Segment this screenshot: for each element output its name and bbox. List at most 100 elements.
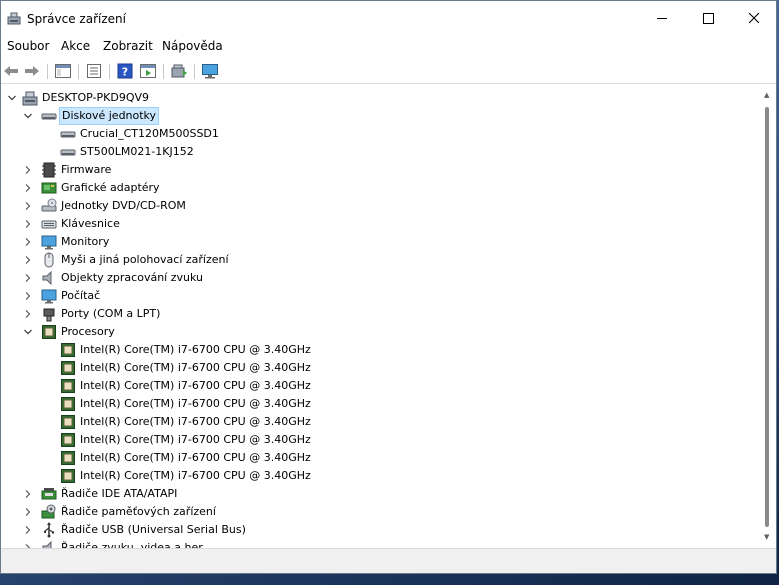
toolbar: ? <box>1 59 776 84</box>
properties-button[interactable] <box>85 62 103 80</box>
toolbar-separator <box>109 64 110 79</box>
processor-icon <box>61 415 75 429</box>
maximize-icon <box>702 12 714 24</box>
tree-item[interactable]: Počítač <box>1 287 761 305</box>
menu-bar: Soubor Akce Zobrazit Nápověda <box>1 37 776 57</box>
action-pane-icon <box>140 64 156 78</box>
tree-item-selected[interactable]: Diskové jednotky <box>1 107 761 125</box>
update-driver-button[interactable] <box>170 62 188 80</box>
back-button[interactable] <box>2 62 20 80</box>
menu-napoveda[interactable]: Nápověda <box>162 39 223 53</box>
chevron-right-icon[interactable] <box>23 291 33 301</box>
tree-item[interactable]: Intel(R) Core(TM) i7-6700 CPU @ 3.40GHz <box>1 359 761 377</box>
tree-item[interactable]: Intel(R) Core(TM) i7-6700 CPU @ 3.40GHz <box>1 431 761 449</box>
window-title: Správce zařízení <box>27 12 126 26</box>
maximize-button[interactable] <box>685 1 731 35</box>
chevron-right-icon[interactable] <box>23 309 33 319</box>
tree-item[interactable]: ST500LM021-1KJ152 <box>1 143 761 161</box>
arrow-left-icon <box>4 66 18 76</box>
tree-item[interactable]: Procesory <box>1 323 761 341</box>
tree-item[interactable]: Intel(R) Core(TM) i7-6700 CPU @ 3.40GHz <box>1 449 761 467</box>
tree-item[interactable]: DESKTOP-PKD9QV9 <box>1 89 761 107</box>
tree-item[interactable]: Crucial_CT120M500SSD1 <box>1 125 761 143</box>
tree-item[interactable]: Porty (COM a LPT) <box>1 305 761 323</box>
properties-icon <box>87 64 101 78</box>
tree-item[interactable]: Řadiče paměťových zařízení <box>1 503 761 521</box>
tree-item-label: Objekty zpracování zvuku <box>61 271 203 284</box>
toolbar-separator <box>78 64 79 79</box>
tree-item[interactable]: Myši a jiná polohovací zařízení <box>1 251 761 269</box>
chevron-down-icon[interactable] <box>23 111 33 121</box>
monitor-icon <box>41 289 57 304</box>
chevron-right-icon[interactable] <box>23 201 33 211</box>
port-icon <box>43 308 55 322</box>
scroll-up-icon[interactable]: ▲ <box>764 91 769 99</box>
minimize-button[interactable] <box>639 1 685 35</box>
menu-zobrazit[interactable]: Zobrazit <box>103 39 153 53</box>
disk-drive-icon <box>41 113 57 120</box>
menu-akce[interactable]: Akce <box>61 39 90 53</box>
tree-item-label: DESKTOP-PKD9QV9 <box>42 91 149 104</box>
tree-item-label: Řadiče zvuku, videa a her <box>61 541 203 548</box>
status-bar <box>1 548 776 573</box>
tree-item[interactable]: Intel(R) Core(TM) i7-6700 CPU @ 3.40GHz <box>1 467 761 485</box>
tree-item[interactable]: Řadiče IDE ATA/ATAPI <box>1 485 761 503</box>
tree-item[interactable]: Intel(R) Core(TM) i7-6700 CPU @ 3.40GHz <box>1 413 761 431</box>
tree-item-label: Monitory <box>61 235 110 248</box>
chevron-right-icon[interactable] <box>23 525 33 535</box>
tree-item-label: Porty (COM a LPT) <box>61 307 161 320</box>
vertical-scrollbar[interactable]: ▲ ▼ <box>761 85 776 548</box>
speaker-icon <box>42 540 52 548</box>
chevron-right-icon[interactable] <box>23 489 33 499</box>
display-adapter-icon <box>41 182 57 194</box>
tree-item-label: Intel(R) Core(TM) i7-6700 CPU @ 3.40GHz <box>80 397 311 410</box>
chevron-right-icon[interactable] <box>23 273 33 283</box>
device-tree[interactable]: DESKTOP-PKD9QV9 Diskové jednotky Crucial_C… <box>1 85 761 548</box>
chevron-down-icon[interactable] <box>23 327 33 337</box>
chevron-down-icon[interactable] <box>7 93 17 103</box>
tree-item[interactable]: Intel(R) Core(TM) i7-6700 CPU @ 3.40GHz <box>1 377 761 395</box>
update-driver-icon <box>171 64 187 78</box>
tree-item[interactable]: Monitory <box>1 233 761 251</box>
tree-item-label: Intel(R) Core(TM) i7-6700 CPU @ 3.40GHz <box>80 361 311 374</box>
help-button[interactable]: ? <box>116 62 134 80</box>
processor-icon <box>61 361 75 375</box>
forward-button[interactable] <box>23 62 41 80</box>
usb-icon <box>44 522 55 538</box>
tree-item[interactable]: Firmware <box>1 161 761 179</box>
tree-item-label: Klávesnice <box>61 217 120 230</box>
tree-item-label: Diskové jednotky <box>59 107 160 125</box>
title-bar[interactable]: Správce zařízení <box>1 1 776 35</box>
close-button[interactable] <box>731 1 776 35</box>
processor-icon <box>61 433 75 447</box>
tree-item[interactable]: Řadiče USB (Universal Serial Bus) <box>1 521 761 539</box>
keyboard-icon <box>41 220 57 229</box>
menu-soubor[interactable]: Soubor <box>7 39 49 53</box>
tree-item[interactable]: Objekty zpracování zvuku <box>1 269 761 287</box>
chevron-right-icon[interactable] <box>23 237 33 247</box>
action-pane-button[interactable] <box>139 62 157 80</box>
monitor-scan-icon <box>202 64 218 79</box>
tree-item[interactable]: Intel(R) Core(TM) i7-6700 CPU @ 3.40GHz <box>1 395 761 413</box>
scroll-down-icon[interactable]: ▼ <box>764 533 769 541</box>
tree-item[interactable]: Klávesnice <box>1 215 761 233</box>
processor-icon <box>61 343 75 357</box>
chevron-right-icon[interactable] <box>23 165 33 175</box>
processor-icon <box>61 397 75 411</box>
show-hide-console-tree-button[interactable] <box>54 62 72 80</box>
scrollbar-thumb[interactable] <box>765 107 769 527</box>
chevron-right-icon[interactable] <box>23 507 33 517</box>
dvd-drive-icon <box>41 198 57 212</box>
tree-item[interactable]: Grafické adaptéry <box>1 179 761 197</box>
tree-item[interactable]: Řadiče zvuku, videa a her <box>1 539 761 548</box>
mouse-icon <box>44 252 54 268</box>
tree-item-label: Počítač <box>61 289 101 302</box>
tree-item[interactable]: Intel(R) Core(TM) i7-6700 CPU @ 3.40GHz <box>1 341 761 359</box>
device-manager-app-icon <box>7 12 21 25</box>
chevron-right-icon[interactable] <box>23 183 33 193</box>
processor-icon <box>61 469 75 483</box>
chevron-right-icon[interactable] <box>23 255 33 265</box>
chevron-right-icon[interactable] <box>23 219 33 229</box>
scan-for-hardware-changes-button[interactable] <box>201 62 219 80</box>
tree-item[interactable]: Jednotky DVD/CD-ROM <box>1 197 761 215</box>
